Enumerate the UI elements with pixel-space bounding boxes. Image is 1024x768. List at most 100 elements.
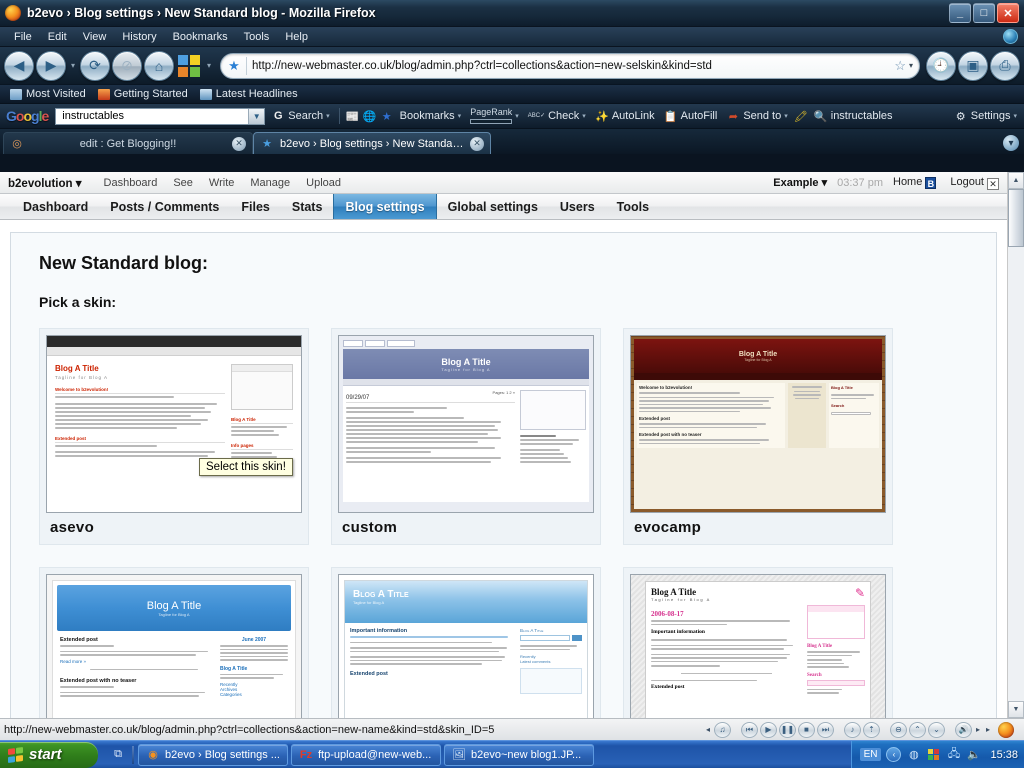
media-volume-icon[interactable]: 🔊 xyxy=(954,721,972,738)
task-firefox[interactable]: ◉ b2evo › Blog settings ... xyxy=(138,743,288,766)
media-overflow-arrow[interactable]: ▸ xyxy=(984,725,992,734)
url-text[interactable]: http://new-webmaster.co.uk/blog/admin.ph… xyxy=(252,60,894,72)
google-check-button[interactable]: ABC✓ Check ▾ xyxy=(525,110,589,122)
apps-grid-icon[interactable] xyxy=(178,54,200,77)
home-button[interactable]: ⌂ xyxy=(144,50,174,81)
chevron-down-icon[interactable]: ▾ xyxy=(582,112,586,120)
scroll-up-button[interactable]: ▲ xyxy=(1008,172,1024,189)
chevron-down-icon[interactable]: ▾ xyxy=(76,178,82,190)
network-tray-icon[interactable]: 🖧 xyxy=(946,747,961,762)
chevron-down-icon[interactable]: ▾ xyxy=(515,112,519,120)
bookmark-latest-headlines[interactable]: Latest Headlines xyxy=(196,87,302,101)
chevron-down-icon[interactable]: ▾ xyxy=(784,112,788,120)
skin-thumbnail-intense[interactable]: Blog A Title Tagline for Blog A Importan… xyxy=(338,574,594,718)
reload-button[interactable]: ⟳ xyxy=(80,50,110,81)
skin-card-intense[interactable]: Blog A Title Tagline for Blog A Importan… xyxy=(331,567,601,718)
nav-tab-blog-settings[interactable]: Blog settings xyxy=(333,194,437,219)
tray-clock[interactable]: 15:38 xyxy=(990,749,1018,761)
home-link[interactable]: Home B xyxy=(893,176,937,189)
google-search-dropdown-icon[interactable]: ▼ xyxy=(248,108,265,124)
media-next-button[interactable]: ⏭ xyxy=(816,721,834,738)
menu-view[interactable]: View xyxy=(75,29,115,45)
show-desktop-icon[interactable]: ⧉ xyxy=(110,747,126,763)
colors-tray-icon[interactable] xyxy=(926,747,941,762)
media-play-button[interactable]: ▶ xyxy=(759,721,777,738)
media-note-icon[interactable]: ♫ xyxy=(713,721,731,738)
forward-button[interactable]: ▶ xyxy=(36,50,66,81)
task-filezilla[interactable]: Fz ftp-upload@new-web... xyxy=(291,743,441,766)
toplink-see[interactable]: See xyxy=(165,177,201,189)
skin-card-evocamp[interactable]: Blog A Title Tagline for Blog A Welcome … xyxy=(623,328,893,545)
nav-tab-dashboard[interactable]: Dashboard xyxy=(12,194,99,219)
nav-tab-posts-comments[interactable]: Posts / Comments xyxy=(99,194,230,219)
toplink-dashboard[interactable]: Dashboard xyxy=(96,177,166,189)
bookmark-star-icon[interactable]: ☆ xyxy=(894,58,906,74)
chevron-down-icon[interactable]: ▾ xyxy=(326,112,330,120)
start-button[interactable]: start xyxy=(0,741,98,768)
minimize-button[interactable]: _ xyxy=(949,3,971,23)
media-next-arrow[interactable]: ▸ xyxy=(974,725,982,734)
skin-card-glossyblue[interactable]: Blog A Title Tagline for Blog A Extended… xyxy=(39,567,309,718)
chevron-down-icon[interactable]: ▾ xyxy=(458,112,462,120)
close-icon[interactable]: ✕ xyxy=(232,136,246,151)
skin-thumbnail-evocamp[interactable]: Blog A Title Tagline for Blog A Welcome … xyxy=(630,335,886,513)
menu-history[interactable]: History xyxy=(114,29,164,45)
google-search-box[interactable]: ▼ xyxy=(55,107,266,125)
skin-card-natural-pink[interactable]: Blog A Title Tagline for Blog A ✎ 2006-0… xyxy=(623,567,893,718)
media-stop-button[interactable]: ■ xyxy=(797,721,815,738)
media-down-button[interactable]: ⌄ xyxy=(927,721,945,738)
close-icon[interactable]: ✕ xyxy=(470,136,484,151)
back-button[interactable]: ◀ xyxy=(4,50,34,81)
logout-link[interactable]: Logout ✕ xyxy=(950,176,999,190)
tab-list-button[interactable]: ▾ xyxy=(1003,135,1019,151)
nav-tab-users[interactable]: Users xyxy=(549,194,606,219)
tray-expand-icon[interactable]: ‹ xyxy=(886,747,902,762)
close-button[interactable]: ✕ xyxy=(997,3,1019,23)
media-shuffle-icon[interactable]: ⇡ xyxy=(862,721,880,738)
chevron-down-icon[interactable]: ▾ xyxy=(1013,112,1017,120)
addon-status-icon[interactable] xyxy=(1003,29,1018,44)
google-autolink-button[interactable]: ✨ AutoLink xyxy=(592,109,658,123)
menu-edit[interactable]: Edit xyxy=(40,29,75,45)
media-up-button[interactable]: ⌃ xyxy=(908,721,926,738)
skin-thumbnail-natural-pink[interactable]: Blog A Title Tagline for Blog A ✎ 2006-0… xyxy=(630,574,886,718)
task-image-viewer[interactable]: 🖼 b2evo~new blog1.JP... xyxy=(444,743,594,766)
media-previous-button[interactable]: ⏮ xyxy=(740,721,758,738)
language-indicator[interactable]: EN xyxy=(859,748,882,761)
bookmark-most-visited[interactable]: Most Visited xyxy=(6,87,90,101)
nav-tab-tools[interactable]: Tools xyxy=(606,194,660,219)
google-autofill-button[interactable]: 📋 AutoFill xyxy=(661,109,721,123)
tab-b2evo-blog-settings[interactable]: ★ b2evo › Blog settings › New Standard .… xyxy=(253,132,491,154)
skin-thumbnail-custom[interactable]: Blog A Title Tagline for Blog A Pages: 1… xyxy=(338,335,594,513)
media-playlist-icon[interactable]: ♪ xyxy=(843,721,861,738)
maximize-button[interactable]: □ xyxy=(973,3,995,23)
print-button[interactable]: ⎙ xyxy=(990,50,1020,81)
media-pause-button[interactable]: ❚❚ xyxy=(778,721,796,738)
volume-tray-icon[interactable]: 🔈 xyxy=(966,747,981,762)
urlbar-dropdown-icon[interactable]: ▾ xyxy=(909,61,913,70)
google-find-term[interactable]: 🔍 instructables xyxy=(811,109,896,123)
skin-card-asevo[interactable]: Blog A Title Tagline for Blog A Welcome … xyxy=(39,328,309,545)
scrollbar-thumb[interactable] xyxy=(1008,189,1024,247)
screenshot-button[interactable]: ▣ xyxy=(958,50,988,81)
star-icon[interactable]: ★ xyxy=(380,109,394,123)
user-menu[interactable]: Example ▾ xyxy=(773,176,827,189)
google-pagerank[interactable]: PageRank ▾ xyxy=(467,107,522,124)
scroll-down-button[interactable]: ▼ xyxy=(1008,701,1024,718)
media-prev-arrow[interactable]: ◂ xyxy=(704,725,712,734)
menu-bookmarks[interactable]: Bookmarks xyxy=(165,29,236,45)
google-search-input[interactable] xyxy=(60,109,249,123)
scrollbar-track[interactable] xyxy=(1008,189,1024,701)
nav-tab-stats[interactable]: Stats xyxy=(281,194,334,219)
firefox-status-icon[interactable] xyxy=(998,721,1014,738)
bookmark-getting-started[interactable]: Getting Started xyxy=(94,87,192,101)
tab-get-blogging[interactable]: ◎ edit : Get Blogging!! ✕ xyxy=(3,132,253,154)
media-minus-button[interactable]: ⊖ xyxy=(889,721,907,738)
apps-caret[interactable]: ▾ xyxy=(204,61,214,70)
toplink-write[interactable]: Write xyxy=(201,177,242,189)
toplink-manage[interactable]: Manage xyxy=(242,177,298,189)
highlight-icon[interactable]: 🖍 xyxy=(794,109,808,123)
menu-tools[interactable]: Tools xyxy=(236,29,278,45)
earth-icon[interactable]: 🌐 xyxy=(363,109,377,123)
history-button[interactable]: 🕘 xyxy=(926,50,956,81)
